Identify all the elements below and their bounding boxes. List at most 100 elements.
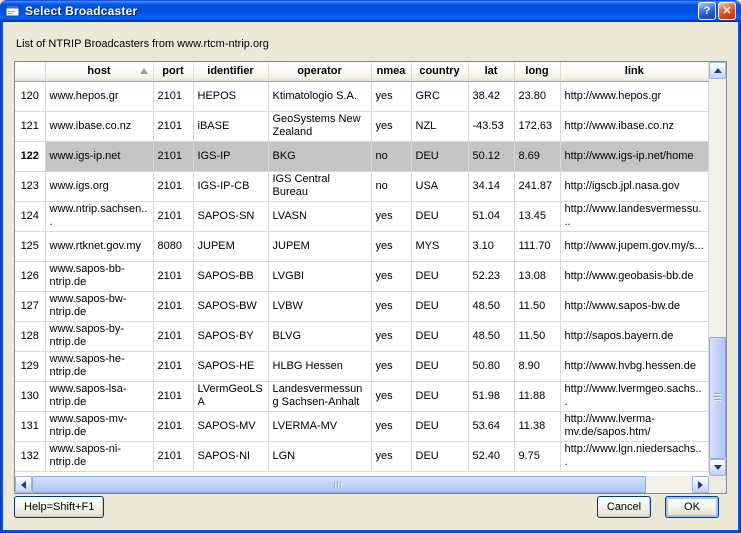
cell-operator[interactable]: Landesvermessung Sachsen-Anhalt: [268, 381, 371, 411]
cell-operator[interactable]: LVASN: [268, 201, 371, 231]
table-row[interactable]: 129www.sapos-he-ntrip.de2101SAPOS-HEHLBG…: [15, 351, 709, 381]
cell-country[interactable]: DEU: [411, 441, 468, 471]
cell-link[interactable]: http://www.igs-ip.net/home: [560, 141, 709, 171]
cell-country[interactable]: MYS: [411, 231, 468, 261]
row-header[interactable]: 126: [15, 261, 45, 291]
table-row[interactable]: 122www.igs-ip.net2101IGS-IPBKGnoDEU50.12…: [15, 141, 709, 171]
cell-long[interactable]: 11.38: [514, 411, 560, 441]
cell-long[interactable]: 11.50: [514, 321, 560, 351]
cell-lat[interactable]: 52.23: [468, 261, 514, 291]
column-header-identifier[interactable]: identifier: [193, 62, 268, 81]
cell-lat[interactable]: 50.12: [468, 141, 514, 171]
cell-identifier[interactable]: iBASE: [193, 111, 268, 141]
cell-host[interactable]: www.ntrip.sachsen...: [45, 201, 153, 231]
row-header[interactable]: 127: [15, 291, 45, 321]
table-row[interactable]: 127www.sapos-bw-ntrip.de2101SAPOS-BWLVBW…: [15, 291, 709, 321]
cell-port[interactable]: 2101: [153, 261, 193, 291]
cell-link[interactable]: http://www.geobasis-bb.de: [560, 261, 709, 291]
vertical-scroll-track[interactable]: [709, 79, 726, 459]
cell-link[interactable]: http://www.lvermgeo.sachs...: [560, 381, 709, 411]
cell-identifier[interactable]: SAPOS-BB: [193, 261, 268, 291]
cell-lat[interactable]: -43.53: [468, 111, 514, 141]
cell-identifier[interactable]: SAPOS-BW: [193, 291, 268, 321]
cell-host[interactable]: www.sapos-by-ntrip.de: [45, 321, 153, 351]
cell-long[interactable]: 11.88: [514, 381, 560, 411]
cell-host[interactable]: www.sapos-ni-ntrip.de: [45, 441, 153, 471]
cell-link[interactable]: http://www.jupem.gov.my/s...: [560, 231, 709, 261]
cell-lat[interactable]: 3.10: [468, 231, 514, 261]
cell-port[interactable]: 2101: [153, 351, 193, 381]
cell-host[interactable]: www.rtknet.gov.my: [45, 231, 153, 261]
cell-nmea[interactable]: yes: [371, 201, 411, 231]
cell-country[interactable]: NZL: [411, 111, 468, 141]
cell-link[interactable]: http://www.lverma-mv.de/sapos.htm/: [560, 411, 709, 441]
table-row[interactable]: 131www.sapos-mv-ntrip.de2101SAPOS-MVLVER…: [15, 411, 709, 441]
cell-host[interactable]: www.igs-ip.net: [45, 141, 153, 171]
cell-identifier[interactable]: SAPOS-SN: [193, 201, 268, 231]
cell-nmea[interactable]: no: [371, 171, 411, 201]
scroll-up-button[interactable]: [709, 62, 726, 79]
close-button[interactable]: ✕: [718, 2, 736, 20]
cell-identifier[interactable]: SAPOS-HE: [193, 351, 268, 381]
table-row[interactable]: 124www.ntrip.sachsen...2101SAPOS-SNLVASN…: [15, 201, 709, 231]
cell-identifier[interactable]: SAPOS-MV: [193, 411, 268, 441]
cell-lat[interactable]: 48.50: [468, 291, 514, 321]
row-header[interactable]: 121: [15, 111, 45, 141]
cell-port[interactable]: 2101: [153, 171, 193, 201]
row-header[interactable]: 123: [15, 171, 45, 201]
column-header-port[interactable]: port: [153, 62, 193, 81]
cell-nmea[interactable]: yes: [371, 441, 411, 471]
cell-identifier[interactable]: IGS-IP-CB: [193, 171, 268, 201]
table-row[interactable]: 120www.hepos.gr2101HEPOSKtimatologio S.A…: [15, 81, 709, 111]
cell-link[interactable]: http://www.landesvermessu...: [560, 201, 709, 231]
cell-port[interactable]: 2101: [153, 141, 193, 171]
cell-country[interactable]: DEU: [411, 411, 468, 441]
cell-operator[interactable]: HLBG Hessen: [268, 351, 371, 381]
cell-long[interactable]: 172.63: [514, 111, 560, 141]
cell-identifier[interactable]: SAPOS-NI: [193, 441, 268, 471]
cell-nmea[interactable]: yes: [371, 231, 411, 261]
cell-long[interactable]: 111.70: [514, 231, 560, 261]
column-header-operator[interactable]: operator: [268, 62, 371, 81]
cell-identifier[interactable]: JUPEM: [193, 231, 268, 261]
help-shortcut-button[interactable]: Help=Shift+F1: [14, 496, 104, 518]
cell-host[interactable]: www.sapos-mv-ntrip.de: [45, 411, 153, 441]
column-header-long[interactable]: long: [514, 62, 560, 81]
cell-link[interactable]: http://www.sapos-bw.de: [560, 291, 709, 321]
row-header[interactable]: 125: [15, 231, 45, 261]
table-row[interactable]: 123www.igs.org2101IGS-IP-CBIGS Central B…: [15, 171, 709, 201]
vertical-scroll-thumb[interactable]: [709, 337, 726, 459]
cell-lat[interactable]: 34.14: [468, 171, 514, 201]
cell-lat[interactable]: 52.40: [468, 441, 514, 471]
column-header-link[interactable]: link: [560, 62, 709, 81]
table-row[interactable]: 125www.rtknet.gov.my8080JUPEMJUPEMyesMYS…: [15, 231, 709, 261]
cell-country[interactable]: DEU: [411, 201, 468, 231]
cell-long[interactable]: 241.87: [514, 171, 560, 201]
cell-country[interactable]: USA: [411, 171, 468, 201]
cell-port[interactable]: 2101: [153, 291, 193, 321]
cell-lat[interactable]: 53.64: [468, 411, 514, 441]
cell-link[interactable]: http://sapos.bayern.de: [560, 321, 709, 351]
horizontal-scroll-track[interactable]: [32, 476, 692, 493]
cell-identifier[interactable]: LVermGeoLSA: [193, 381, 268, 411]
cell-country[interactable]: GRC: [411, 81, 468, 111]
cell-country[interactable]: DEU: [411, 381, 468, 411]
cell-operator[interactable]: JUPEM: [268, 231, 371, 261]
cell-long[interactable]: 13.08: [514, 261, 560, 291]
cell-nmea[interactable]: yes: [371, 81, 411, 111]
scroll-down-button[interactable]: [709, 459, 726, 476]
cell-operator[interactable]: LVGBI: [268, 261, 371, 291]
cell-long[interactable]: 23.80: [514, 81, 560, 111]
column-header-host[interactable]: host: [45, 62, 153, 81]
cell-host[interactable]: www.hepos.gr: [45, 81, 153, 111]
row-header[interactable]: 132: [15, 441, 45, 471]
cell-port[interactable]: 2101: [153, 411, 193, 441]
table-row[interactable]: 128www.sapos-by-ntrip.de2101SAPOS-BYBLVG…: [15, 321, 709, 351]
cell-operator[interactable]: LVERMA-MV: [268, 411, 371, 441]
cell-port[interactable]: 2101: [153, 321, 193, 351]
column-header-country[interactable]: country: [411, 62, 468, 81]
cell-link[interactable]: http://www.ibase.co.nz: [560, 111, 709, 141]
cell-nmea[interactable]: yes: [371, 351, 411, 381]
row-header[interactable]: 124: [15, 201, 45, 231]
row-header[interactable]: 131: [15, 411, 45, 441]
